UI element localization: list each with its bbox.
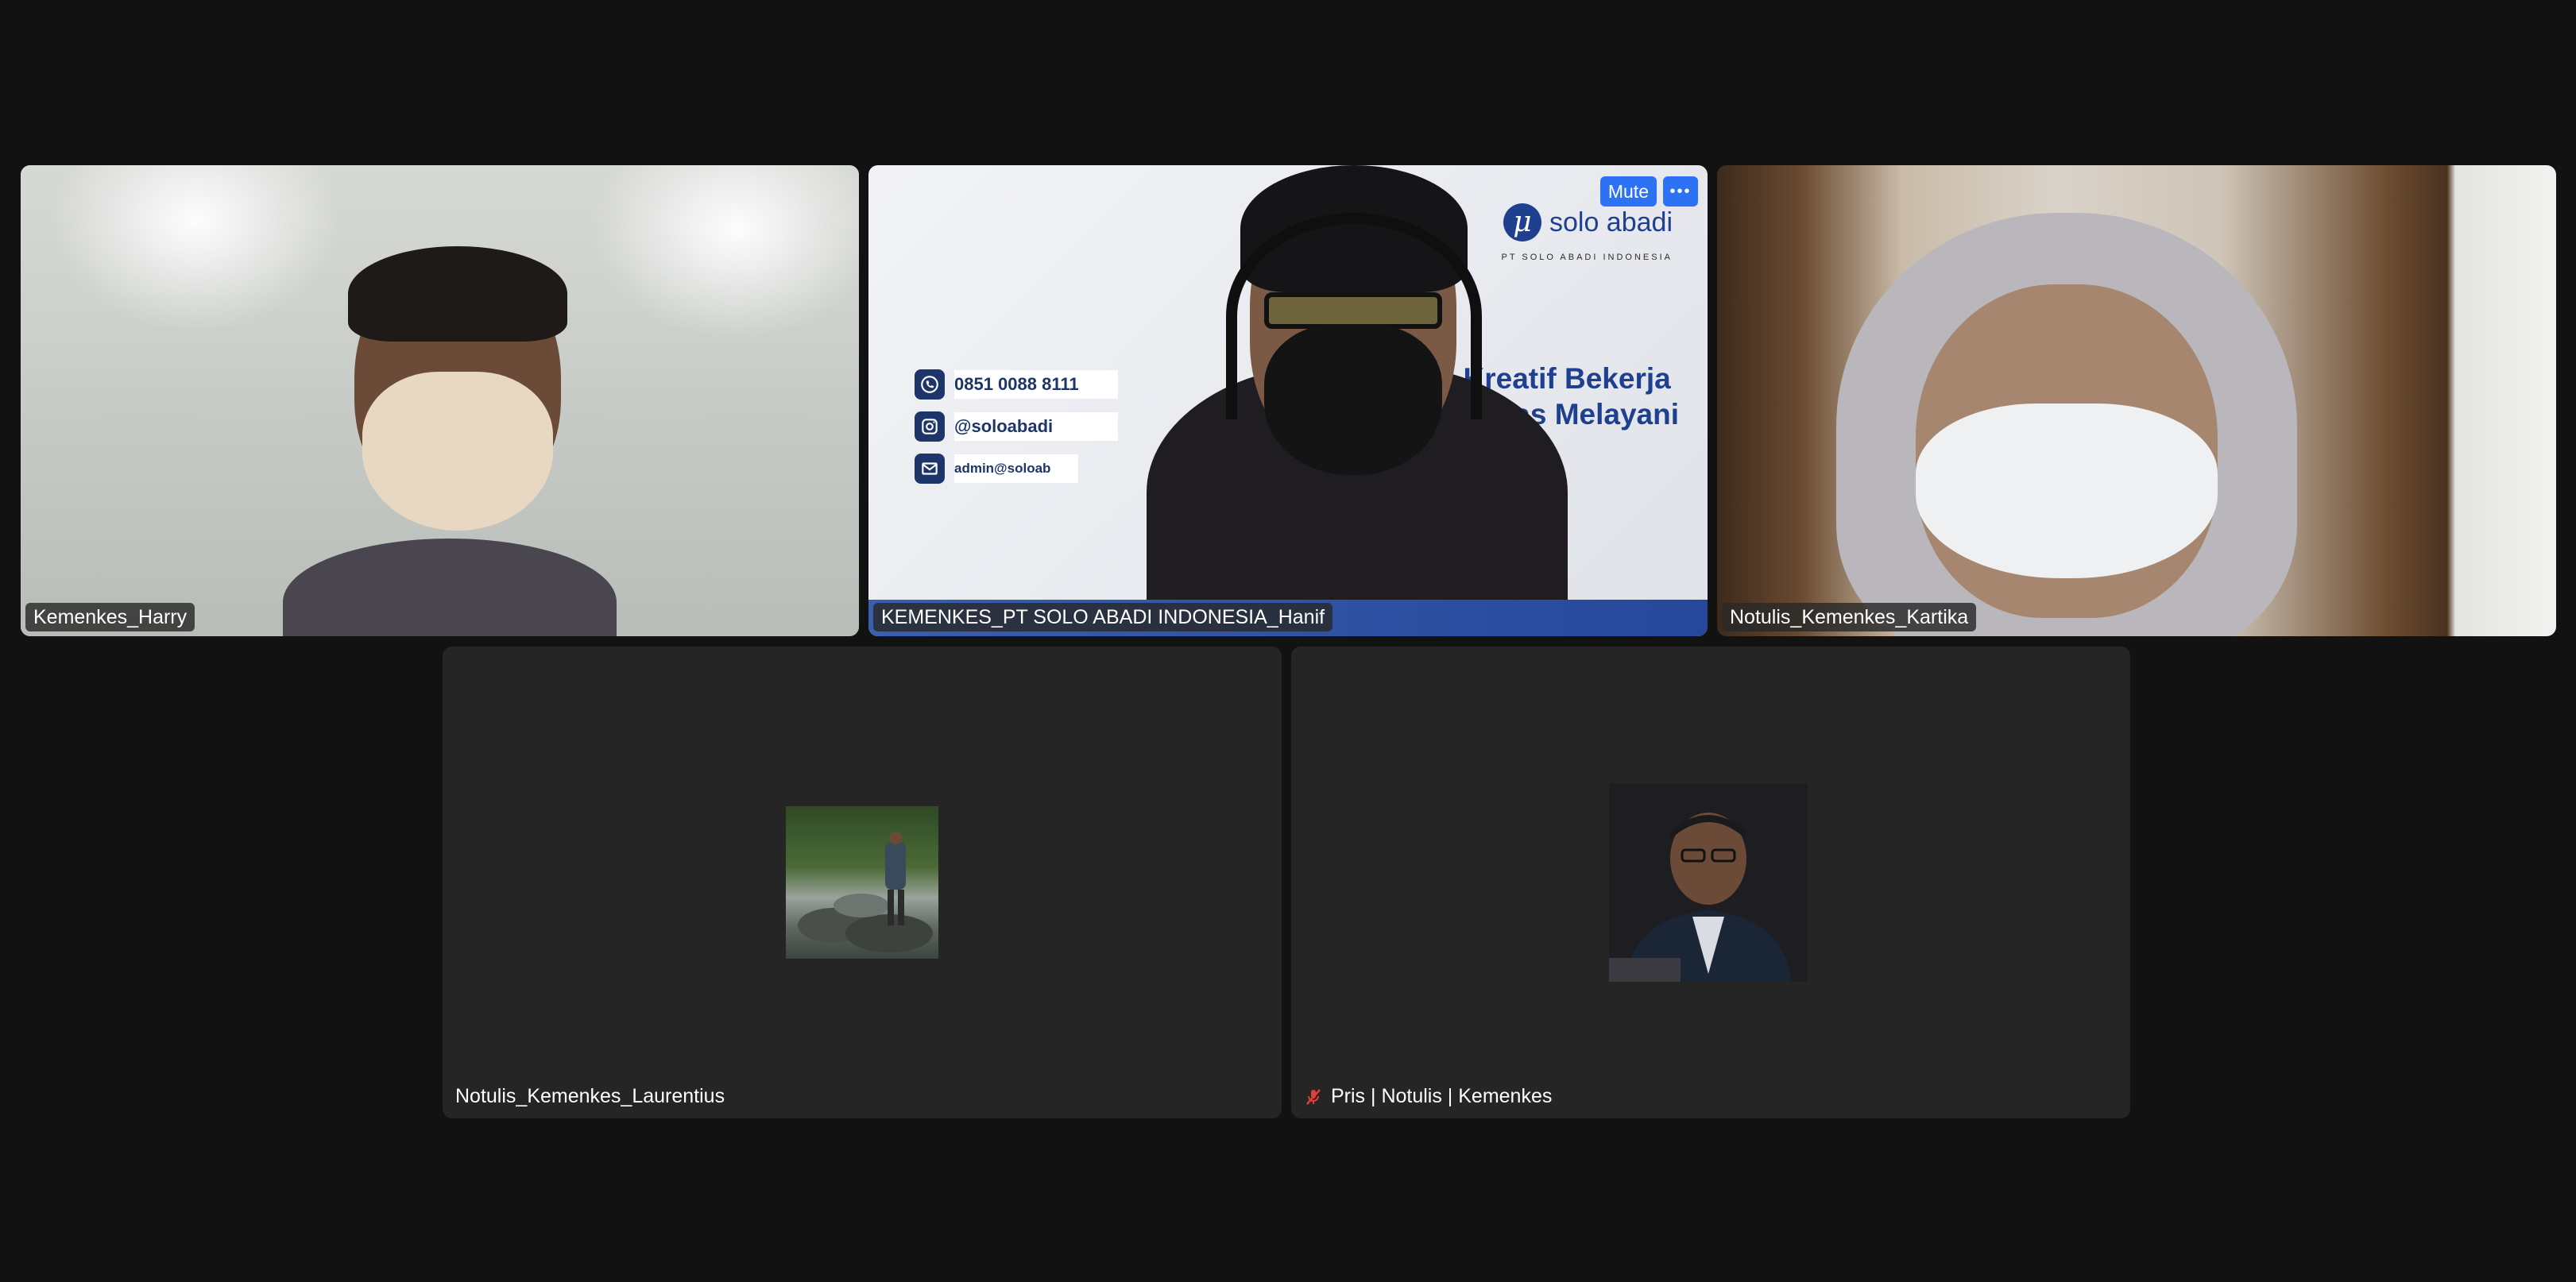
participant-figure bbox=[1123, 165, 1568, 636]
contact-email-text: admin@soloab bbox=[954, 454, 1078, 483]
logo-text: solo abadi bbox=[1549, 207, 1673, 237]
contact-phone-text: 0851 0088 8111 bbox=[954, 370, 1118, 399]
video-feed bbox=[21, 165, 859, 636]
video-tile-hanif[interactable]: μ solo abadi PT SOLO ABADI INDONESIA Kre… bbox=[868, 165, 1708, 636]
video-feed: μ solo abadi PT SOLO ABADI INDONESIA Kre… bbox=[868, 165, 1708, 636]
contact-phone: 0851 0088 8111 bbox=[915, 367, 1118, 402]
participant-name-label: Pris | Notulis | Kemenkes bbox=[1296, 1082, 1560, 1110]
mail-icon bbox=[915, 454, 945, 484]
instagram-icon bbox=[915, 411, 945, 442]
participant-name-label: Notulis_Kemenkes_Kartika bbox=[1722, 603, 1977, 631]
video-tile-kartika[interactable]: Notulis_Kemenkes_Kartika bbox=[1717, 165, 2556, 636]
video-tile-pris[interactable]: Pris | Notulis | Kemenkes bbox=[1291, 647, 2130, 1118]
participant-name-text: Pris | Notulis | Kemenkes bbox=[1331, 1085, 1553, 1107]
virtual-background-contacts: 0851 0088 8111 @soloabadi admin@soloab bbox=[915, 367, 1118, 493]
ellipsis-icon: ••• bbox=[1669, 183, 1692, 200]
meeting-gallery-view: Kemenkes_Harry μ solo abadi PT SOLO ABAD… bbox=[0, 0, 2576, 1282]
participant-name-label: KEMENKES_PT SOLO ABADI INDONESIA_Hanif bbox=[873, 603, 1333, 631]
video-tile-laurentius[interactable]: Notulis_Kemenkes_Laurentius bbox=[443, 647, 1282, 1118]
more-options-button[interactable]: ••• bbox=[1663, 176, 1698, 207]
contact-email: admin@soloab bbox=[915, 451, 1118, 486]
avatar bbox=[786, 806, 938, 959]
mute-participant-button[interactable]: Mute bbox=[1599, 176, 1657, 207]
video-tile-harry[interactable]: Kemenkes_Harry bbox=[21, 165, 859, 636]
whatsapp-icon bbox=[915, 369, 945, 400]
participant-name-label: Kemenkes_Harry bbox=[25, 603, 195, 631]
avatar bbox=[1609, 783, 1808, 982]
contact-instagram: @soloabadi bbox=[915, 409, 1118, 444]
microphone-muted-icon bbox=[1304, 1087, 1323, 1106]
contact-instagram-text: @soloabadi bbox=[954, 412, 1118, 441]
video-feed bbox=[1717, 165, 2556, 636]
participant-name-label: Notulis_Kemenkes_Laurentius bbox=[455, 1085, 725, 1107]
